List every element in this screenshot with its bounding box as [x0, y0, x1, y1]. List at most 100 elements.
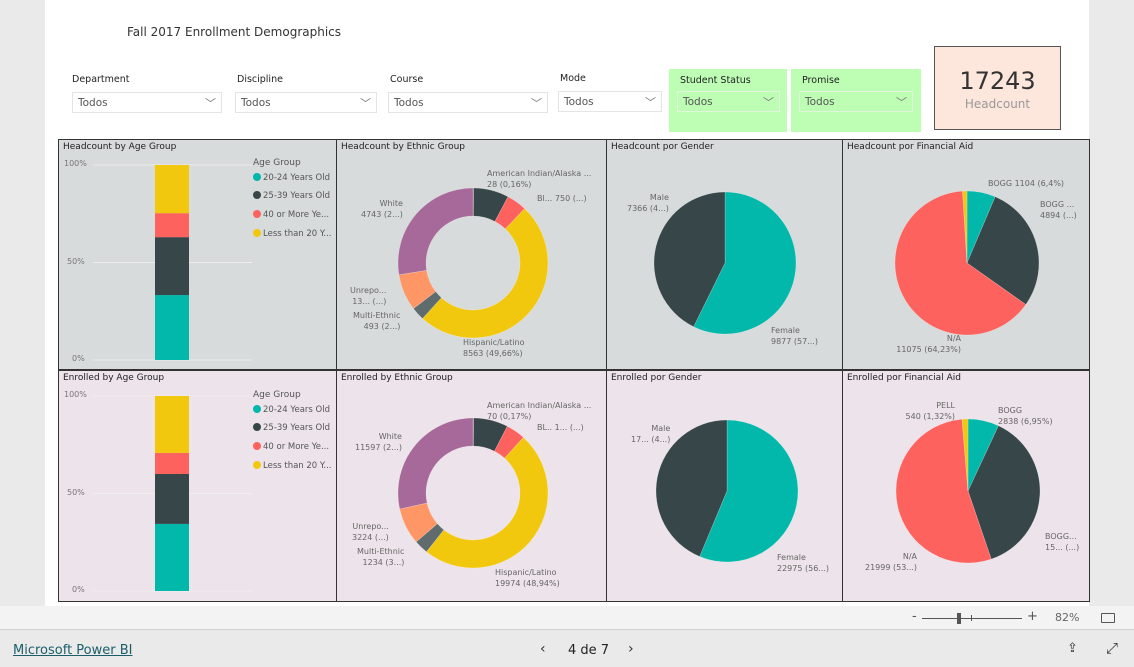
- enrolled-gender-chart[interactable]: Enrolled por Gender Female 22975 (56...) …: [606, 370, 843, 602]
- data-label: Unrepo... 3224 (...): [352, 522, 389, 542]
- slice[interactable]: [397, 417, 474, 510]
- share-icon[interactable]: ⇪: [1067, 641, 1078, 656]
- headcount-label: Headcount: [964, 97, 1031, 111]
- legend-dot-icon: [253, 442, 261, 450]
- data-label: White 4743 (2...): [361, 199, 403, 219]
- zoom-out-button[interactable]: -: [912, 609, 917, 624]
- slicer-student-status: Student Status Todos ﹀: [669, 69, 787, 132]
- data-label: Multi-Ethnic 493 (2...): [353, 311, 401, 331]
- legend-label: 40 or More Ye...: [263, 210, 330, 220]
- slicer-course: Course Todos ﹀: [388, 74, 550, 114]
- data-label: American Indian/Alaska ... 28 (0,16%): [487, 169, 592, 189]
- legend-item[interactable]: Less than 20 Y...: [253, 229, 332, 239]
- zoom-slider-thumb[interactable]: [957, 613, 961, 624]
- enrolled-financial-aid-chart[interactable]: Enrolled por Financial Aid BOGG 2838 (6,9…: [842, 370, 1090, 602]
- slicer-label: Student Status: [680, 75, 751, 86]
- data-label: BOGG 1104 (6,4%): [988, 179, 1065, 188]
- enrolled-age-chart[interactable]: Enrolled by Age Group 100% 50% 0% Age Gr…: [58, 370, 337, 602]
- zoom-slider-mark: [971, 615, 972, 621]
- headcount-value: 17243: [959, 67, 1036, 95]
- dropdown-value: Todos: [241, 97, 271, 109]
- slice[interactable]: [426, 437, 549, 569]
- y-tick: 0%: [72, 354, 85, 363]
- data-label: Male 7366 (4...): [627, 193, 669, 213]
- zoom-in-button[interactable]: +: [1027, 609, 1038, 624]
- power-bi-link[interactable]: Microsoft Power BI: [13, 643, 132, 658]
- y-tick: 50%: [67, 257, 85, 266]
- chevron-down-icon: ﹀: [645, 96, 656, 109]
- bar-segment[interactable]: [155, 474, 189, 524]
- student-status-dropdown[interactable]: Todos ﹀: [677, 91, 780, 112]
- zoom-bar: - + 82%: [0, 606, 1134, 630]
- bar-segment[interactable]: [155, 295, 189, 360]
- discipline-dropdown[interactable]: Todos ﹀: [235, 92, 377, 113]
- legend-item[interactable]: 20-24 Years Old: [253, 173, 330, 183]
- legend-dot-icon: [253, 405, 261, 413]
- data-label: American Indian/Alaska ... 70 (0,17%): [487, 401, 592, 421]
- dropdown-value: Todos: [805, 96, 835, 108]
- mode-dropdown[interactable]: Todos ﹀: [558, 91, 662, 112]
- data-label: PELL 540 (1,32%): [905, 401, 955, 421]
- headcount-ethnic-chart[interactable]: Headcount by Ethnic Group American India…: [336, 139, 607, 370]
- headcount-age-chart[interactable]: Headcount by Age Group 100% 50% 0% Age G…: [58, 139, 337, 370]
- bar-segment[interactable]: [155, 523, 189, 591]
- chevron-down-icon: ﹀: [763, 96, 774, 109]
- department-dropdown[interactable]: Todos ﹀: [72, 92, 222, 113]
- fullscreen-icon[interactable]: ⤢: [1106, 639, 1118, 657]
- slice[interactable]: [397, 187, 474, 276]
- promise-dropdown[interactable]: Todos ﹀: [799, 91, 913, 112]
- legend-label: 20-24 Years Old: [263, 173, 330, 183]
- y-tick: 50%: [67, 488, 85, 497]
- zoom-slider[interactable]: [922, 618, 1022, 619]
- slicer-department: Department Todos ﹀: [72, 74, 222, 114]
- data-label: BOGG... 15... (...): [1045, 532, 1080, 552]
- data-label: N/A 21999 (53...): [865, 552, 918, 572]
- slicer-label: Course: [390, 74, 424, 85]
- slicer-mode: Mode Todos ﹀: [558, 73, 662, 113]
- data-label: Male 17... (4...): [631, 424, 671, 444]
- fit-to-page-icon[interactable]: [1101, 613, 1115, 623]
- previous-page-icon[interactable]: ‹: [540, 641, 546, 657]
- data-label: Bl... 750 (...): [537, 194, 587, 203]
- legend-dot-icon: [253, 423, 261, 431]
- legend-label: Less than 20 Y...: [263, 229, 332, 239]
- enrolled-ethnic-chart[interactable]: Enrolled by Ethnic Group American Indian…: [336, 370, 607, 602]
- next-page-icon[interactable]: ›: [628, 641, 634, 657]
- headcount-gender-chart[interactable]: Headcount por Gender Female 9877 (57...) …: [606, 139, 843, 370]
- legend-item[interactable]: 40 or More Ye...: [253, 442, 329, 452]
- headcount-card: 17243 Headcount: [934, 46, 1061, 130]
- legend-label: Less than 20 Y...: [263, 461, 332, 471]
- y-tick: 100%: [64, 390, 87, 399]
- legend-item[interactable]: 25-39 Years Old: [253, 423, 330, 433]
- legend-item[interactable]: 20-24 Years Old: [253, 405, 330, 415]
- legend-label: 25-39 Years Old: [263, 423, 330, 433]
- report-title: Fall 2017 Enrollment Demographics: [127, 25, 342, 39]
- data-label: BOGG ... 4894 (...): [1040, 200, 1077, 220]
- legend-item[interactable]: 40 or More Ye...: [253, 210, 329, 220]
- bar-segment[interactable]: [155, 237, 189, 296]
- course-dropdown[interactable]: Todos ﹀: [388, 92, 548, 113]
- dropdown-value: Todos: [564, 96, 594, 108]
- legend-dot-icon: [253, 229, 261, 237]
- bar-segment[interactable]: [155, 452, 189, 474]
- legend-label: 25-39 Years Old: [263, 191, 330, 201]
- data-label: Multi-Ethnic 1234 (3...): [357, 547, 405, 567]
- data-label: Unrepo... 13... (...): [350, 286, 387, 306]
- legend-dot-icon: [253, 461, 261, 469]
- bar-segment[interactable]: [155, 396, 189, 453]
- legend-item[interactable]: Less than 20 Y...: [253, 461, 332, 471]
- legend-title: Age Group: [253, 158, 301, 168]
- bar-segment[interactable]: [155, 165, 189, 214]
- y-tick: 0%: [72, 585, 85, 594]
- legend-title: Age Group: [253, 390, 301, 400]
- legend-item[interactable]: 25-39 Years Old: [253, 191, 330, 201]
- chevron-down-icon: ﹀: [205, 97, 216, 110]
- footer-bar: Microsoft Power BI ‹ 4 de 7 › ⇪ ⤢: [0, 631, 1134, 667]
- bar-segment[interactable]: [155, 213, 189, 238]
- data-label: BOGG 2838 (6,95%): [998, 406, 1053, 426]
- dropdown-value: Todos: [683, 96, 713, 108]
- data-label: Hispanic/Latino 8563 (49,66%): [463, 338, 525, 358]
- legend-dot-icon: [253, 173, 261, 181]
- data-label: BL.. 1... (...): [537, 423, 584, 432]
- headcount-financial-aid-chart[interactable]: Headcount por Financial Aid BOGG 1104 (6…: [842, 139, 1090, 370]
